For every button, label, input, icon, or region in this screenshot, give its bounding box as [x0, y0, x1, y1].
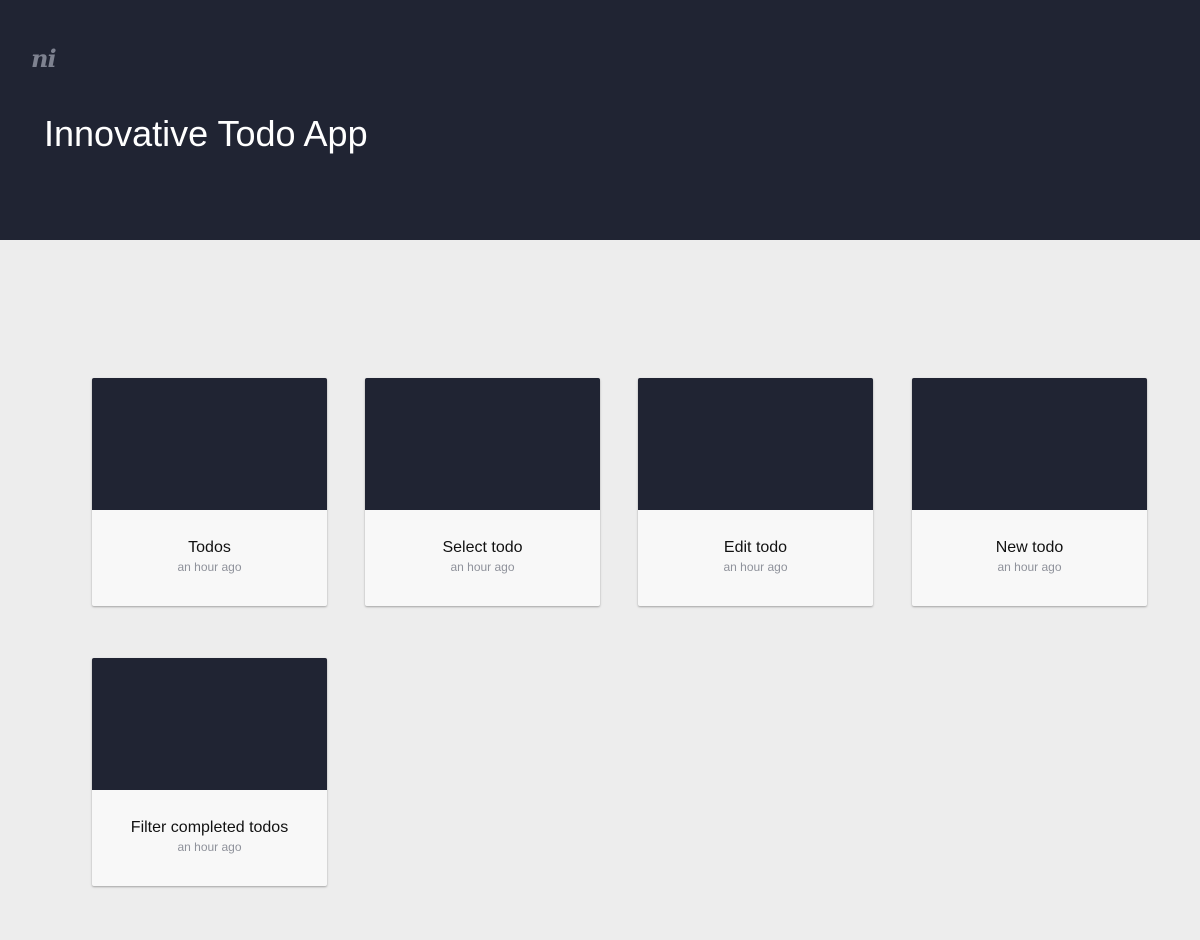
screen-name: New todo	[995, 539, 1064, 556]
screen-timestamp: an hour ago	[450, 560, 515, 574]
screen-timestamp: an hour ago	[723, 560, 788, 574]
card-footer: Filter completed todos an hour ago	[92, 790, 327, 886]
screen-timestamp: an hour ago	[177, 560, 242, 574]
screen-thumbnail	[365, 378, 600, 510]
screen-card-select-todo[interactable]: Select todo an hour ago	[365, 378, 600, 606]
screen-thumbnail	[638, 378, 873, 510]
card-footer: Select todo an hour ago	[365, 510, 600, 606]
card-footer: New todo an hour ago	[912, 510, 1147, 606]
card-footer: Edit todo an hour ago	[638, 510, 873, 606]
page-title: Innovative Todo App	[44, 113, 368, 154]
screen-timestamp: an hour ago	[177, 840, 242, 854]
screen-name: Edit todo	[723, 539, 788, 556]
screen-name: Todos	[188, 539, 231, 556]
screen-card-edit-todo[interactable]: Edit todo an hour ago	[638, 378, 873, 606]
screen-card-new-todo[interactable]: New todo an hour ago	[912, 378, 1147, 606]
screen-timestamp: an hour ago	[997, 560, 1062, 574]
card-footer: Todos an hour ago	[92, 510, 327, 606]
screen-thumbnail	[92, 658, 327, 790]
screen-name: Select todo	[442, 539, 523, 556]
screen-name: Filter completed todos	[130, 819, 289, 836]
app-header: ni Innovative Todo App	[0, 0, 1200, 240]
screen-thumbnail	[912, 378, 1147, 510]
screen-thumbnail	[92, 378, 327, 510]
screen-card-filter-completed-todos[interactable]: Filter completed todos an hour ago	[92, 658, 327, 886]
brand-logo[interactable]: ni	[31, 44, 57, 74]
screen-card-todos[interactable]: Todos an hour ago	[92, 378, 327, 606]
